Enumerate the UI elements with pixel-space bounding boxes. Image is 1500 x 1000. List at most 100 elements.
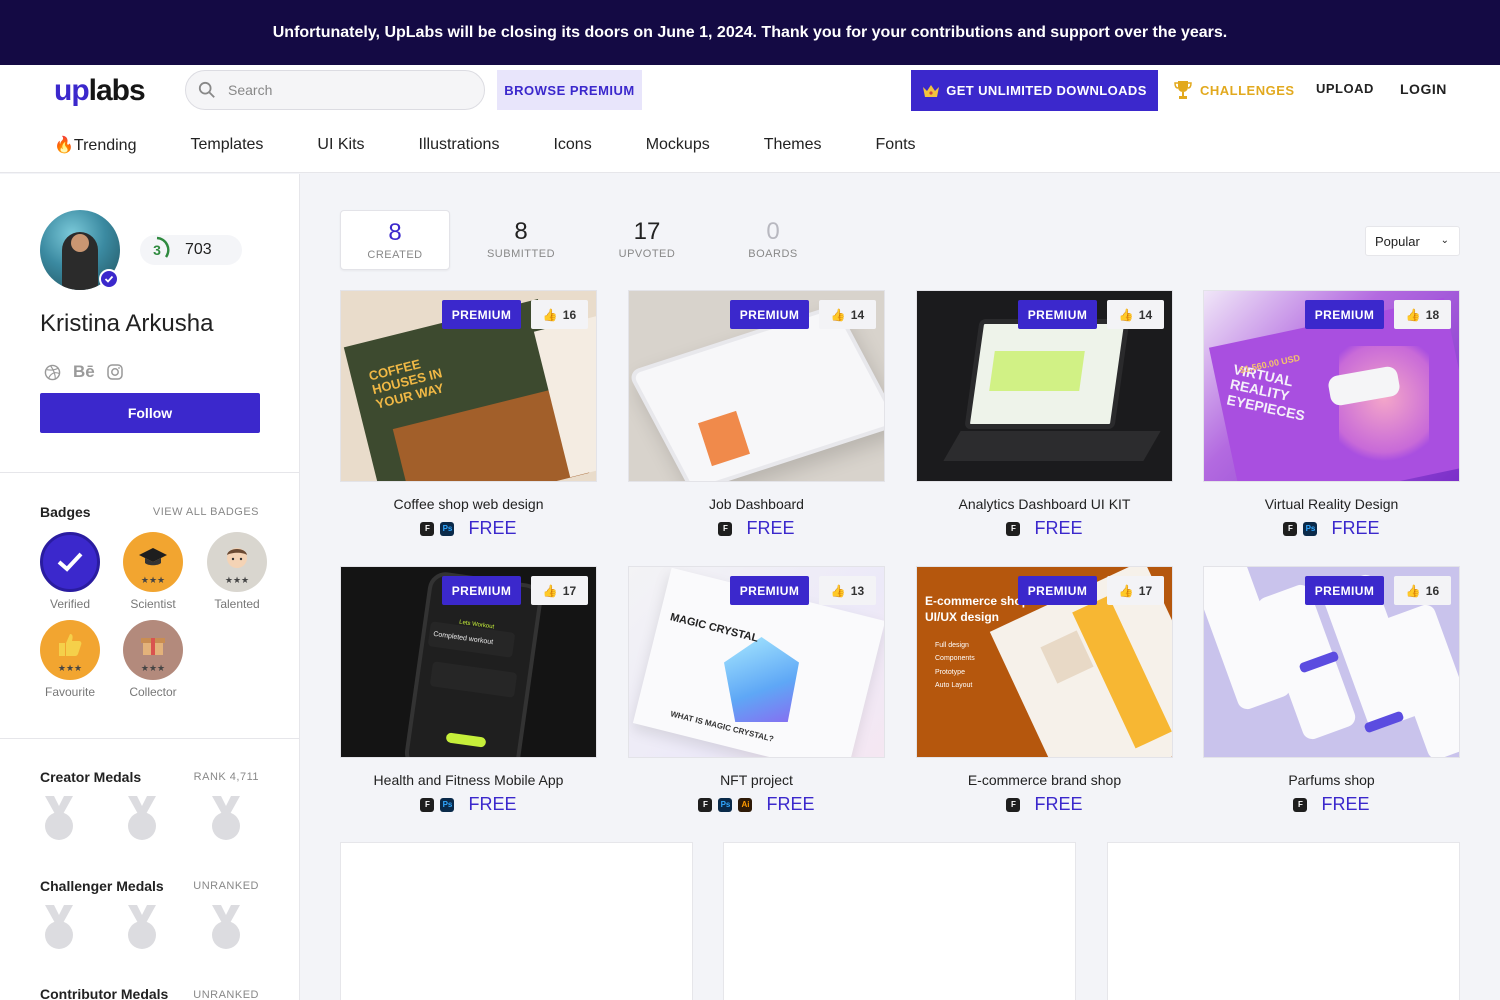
tab-created[interactable]: 8 CREATED <box>340 210 450 270</box>
badge-stars: ★★★ <box>57 663 83 673</box>
crown-icon <box>923 84 940 97</box>
badge-favourite[interactable]: ★★★ Favourite <box>39 620 101 699</box>
search-input[interactable] <box>228 82 448 98</box>
challenger-medals-title: Challenger Medals <box>40 878 164 894</box>
thumb-feature: Components <box>935 655 975 663</box>
badge-verified[interactable]: Verified <box>39 532 101 611</box>
dribbble-icon[interactable] <box>44 364 61 381</box>
price-label: FREE <box>746 518 795 538</box>
card-title[interactable]: Job Dashboard <box>628 496 885 512</box>
price-label: FREE <box>1331 518 1380 538</box>
premium-tag: PREMIUM <box>730 300 809 329</box>
like-button[interactable]: 👍 17 <box>531 576 588 605</box>
like-button[interactable]: 👍 14 <box>819 300 876 329</box>
tab-boards[interactable]: 0 BOARDS <box>718 210 828 270</box>
nav-item-trending[interactable]: 🔥Trending <box>54 135 136 155</box>
nav-item-mockups[interactable]: Mockups <box>646 136 710 154</box>
uplabs-logo[interactable]: up labs <box>54 74 146 107</box>
medal-icon <box>45 796 73 840</box>
tab-submitted[interactable]: 8 SUBMITTED <box>466 210 576 270</box>
design-card[interactable]: PREMIUM 👍 14 Analytics Dashboard UI KIT F… <box>916 290 1173 539</box>
tab-caption: CREATED <box>367 249 423 261</box>
nav-item-ui-kits[interactable]: UI Kits <box>317 136 364 154</box>
thumbs-up-icon: 👍 <box>1118 583 1134 598</box>
figma-icon: F <box>1006 797 1021 812</box>
card-thumbnail[interactable]: PREMIUM 👍 14 <box>916 290 1173 482</box>
like-button[interactable]: 👍 16 <box>1394 576 1451 605</box>
level-number: 3 <box>153 242 161 258</box>
like-button[interactable]: 👍 18 <box>1394 300 1451 329</box>
loading-card <box>340 842 693 1000</box>
nav-item-fonts[interactable]: Fonts <box>876 136 916 154</box>
card-thumbnail[interactable]: Lets Workout Completed workout PREMIUM 👍… <box>340 566 597 758</box>
check-icon <box>40 532 100 592</box>
figma-icon: F <box>1283 521 1298 536</box>
like-count: 13 <box>850 583 865 598</box>
contributor-rank: UNRANKED <box>193 989 259 1000</box>
price-label: FREE <box>1034 794 1083 814</box>
card-thumbnail[interactable]: VIRTUAL REALITY EYEPIECES $1,560.00 USD … <box>1203 290 1460 482</box>
like-button[interactable]: 👍 17 <box>1107 576 1164 605</box>
card-title[interactable]: E-commerce brand shop <box>916 772 1173 788</box>
badge-talented[interactable]: ★★★ Talented <box>206 532 268 611</box>
card-meta: F Ps FREE <box>340 518 597 539</box>
badge-collector[interactable]: ★★★ Collector <box>122 620 184 699</box>
social-links: Bē <box>44 362 123 382</box>
logo-labs: labs <box>88 74 146 107</box>
badge-label: Verified <box>49 597 91 611</box>
design-card[interactable]: E-commerce shop UI/UX design Full design… <box>916 566 1173 815</box>
profile-sidebar: 3 703 Kristina Arkusha Bē Follow Badges … <box>0 174 300 1000</box>
upload-link[interactable]: UPLOAD <box>1316 81 1374 96</box>
loading-card <box>723 842 1076 1000</box>
price-label: FREE <box>766 794 815 814</box>
photoshop-icon: Ps <box>440 521 455 536</box>
login-link[interactable]: LOGIN <box>1400 81 1447 97</box>
like-count: 17 <box>562 583 577 598</box>
like-button[interactable]: 👍 16 <box>531 300 588 329</box>
card-title[interactable]: Parfums shop <box>1203 772 1460 788</box>
get-unlimited-downloads-button[interactable]: GET UNLIMITED DOWNLOADS <box>911 70 1158 111</box>
card-thumbnail[interactable]: COFFEE HOUSES IN YOUR WAY PREMIUM 👍 16 <box>340 290 597 482</box>
card-thumbnail[interactable]: PREMIUM 👍 16 <box>1203 566 1460 758</box>
card-thumbnail[interactable]: E-commerce shop UI/UX design Full design… <box>916 566 1173 758</box>
nav-item-templates[interactable]: Templates <box>190 136 263 154</box>
badge-label: Collector <box>129 685 177 699</box>
design-card[interactable]: VIRTUAL REALITY EYEPIECES $1,560.00 USD … <box>1203 290 1460 539</box>
thumbs-up-icon: 👍 <box>830 307 846 322</box>
search-box[interactable] <box>185 70 485 110</box>
view-all-badges-link[interactable]: VIEW ALL BADGES <box>153 506 259 518</box>
badge-scientist[interactable]: ★★★ Scientist <box>122 532 184 611</box>
challenges-link[interactable]: CHALLENGES <box>1174 77 1295 103</box>
nav-item-icons[interactable]: Icons <box>553 136 591 154</box>
behance-icon[interactable]: Bē <box>73 362 95 382</box>
follow-button[interactable]: Follow <box>40 393 260 433</box>
like-button[interactable]: 👍 14 <box>1107 300 1164 329</box>
card-title[interactable]: Analytics Dashboard UI KIT <box>916 496 1173 512</box>
challenges-label: CHALLENGES <box>1200 82 1295 98</box>
card-title[interactable]: NFT project <box>628 772 885 788</box>
design-card[interactable]: PREMIUM 👍 16 Parfums shop F FREE <box>1203 566 1460 815</box>
card-thumbnail[interactable]: PREMIUM 👍 14 <box>628 290 885 482</box>
badge-label: Favourite <box>44 685 96 699</box>
card-title[interactable]: Health and Fitness Mobile App <box>340 772 597 788</box>
tab-caption: UPVOTED <box>618 248 676 260</box>
design-card[interactable]: Lets Workout Completed workout PREMIUM 👍… <box>340 566 597 815</box>
nav-item-themes[interactable]: Themes <box>764 136 822 154</box>
card-title[interactable]: Virtual Reality Design <box>1203 496 1460 512</box>
thumbs-up-icon: ★★★ <box>40 620 100 680</box>
site-header: uplabs BROWSE PREMIUM GET UNLIMITED DOWN… <box>0 65 1500 173</box>
design-card[interactable]: MAGIC CRYSTAL WHAT IS MAGIC CRYSTAL? PRE… <box>628 566 885 815</box>
browse-premium-button[interactable]: BROWSE PREMIUM <box>497 70 642 110</box>
sort-dropdown[interactable]: Popular ⌄ <box>1365 226 1460 256</box>
card-thumbnail[interactable]: MAGIC CRYSTAL WHAT IS MAGIC CRYSTAL? PRE… <box>628 566 885 758</box>
nav-item-illustrations[interactable]: Illustrations <box>419 136 500 154</box>
card-title[interactable]: Coffee shop web design <box>340 496 597 512</box>
like-button[interactable]: 👍 13 <box>819 576 876 605</box>
tab-upvoted[interactable]: 17 UPVOTED <box>592 210 702 270</box>
instagram-icon[interactable] <box>106 364 123 380</box>
card-meta: F FREE <box>916 518 1173 539</box>
price-label: FREE <box>468 794 517 814</box>
chevron-down-icon: ⌄ <box>1440 235 1449 246</box>
design-card[interactable]: COFFEE HOUSES IN YOUR WAY PREMIUM 👍 16 Co… <box>340 290 597 539</box>
design-card[interactable]: PREMIUM 👍 14 Job Dashboard F FREE <box>628 290 885 539</box>
